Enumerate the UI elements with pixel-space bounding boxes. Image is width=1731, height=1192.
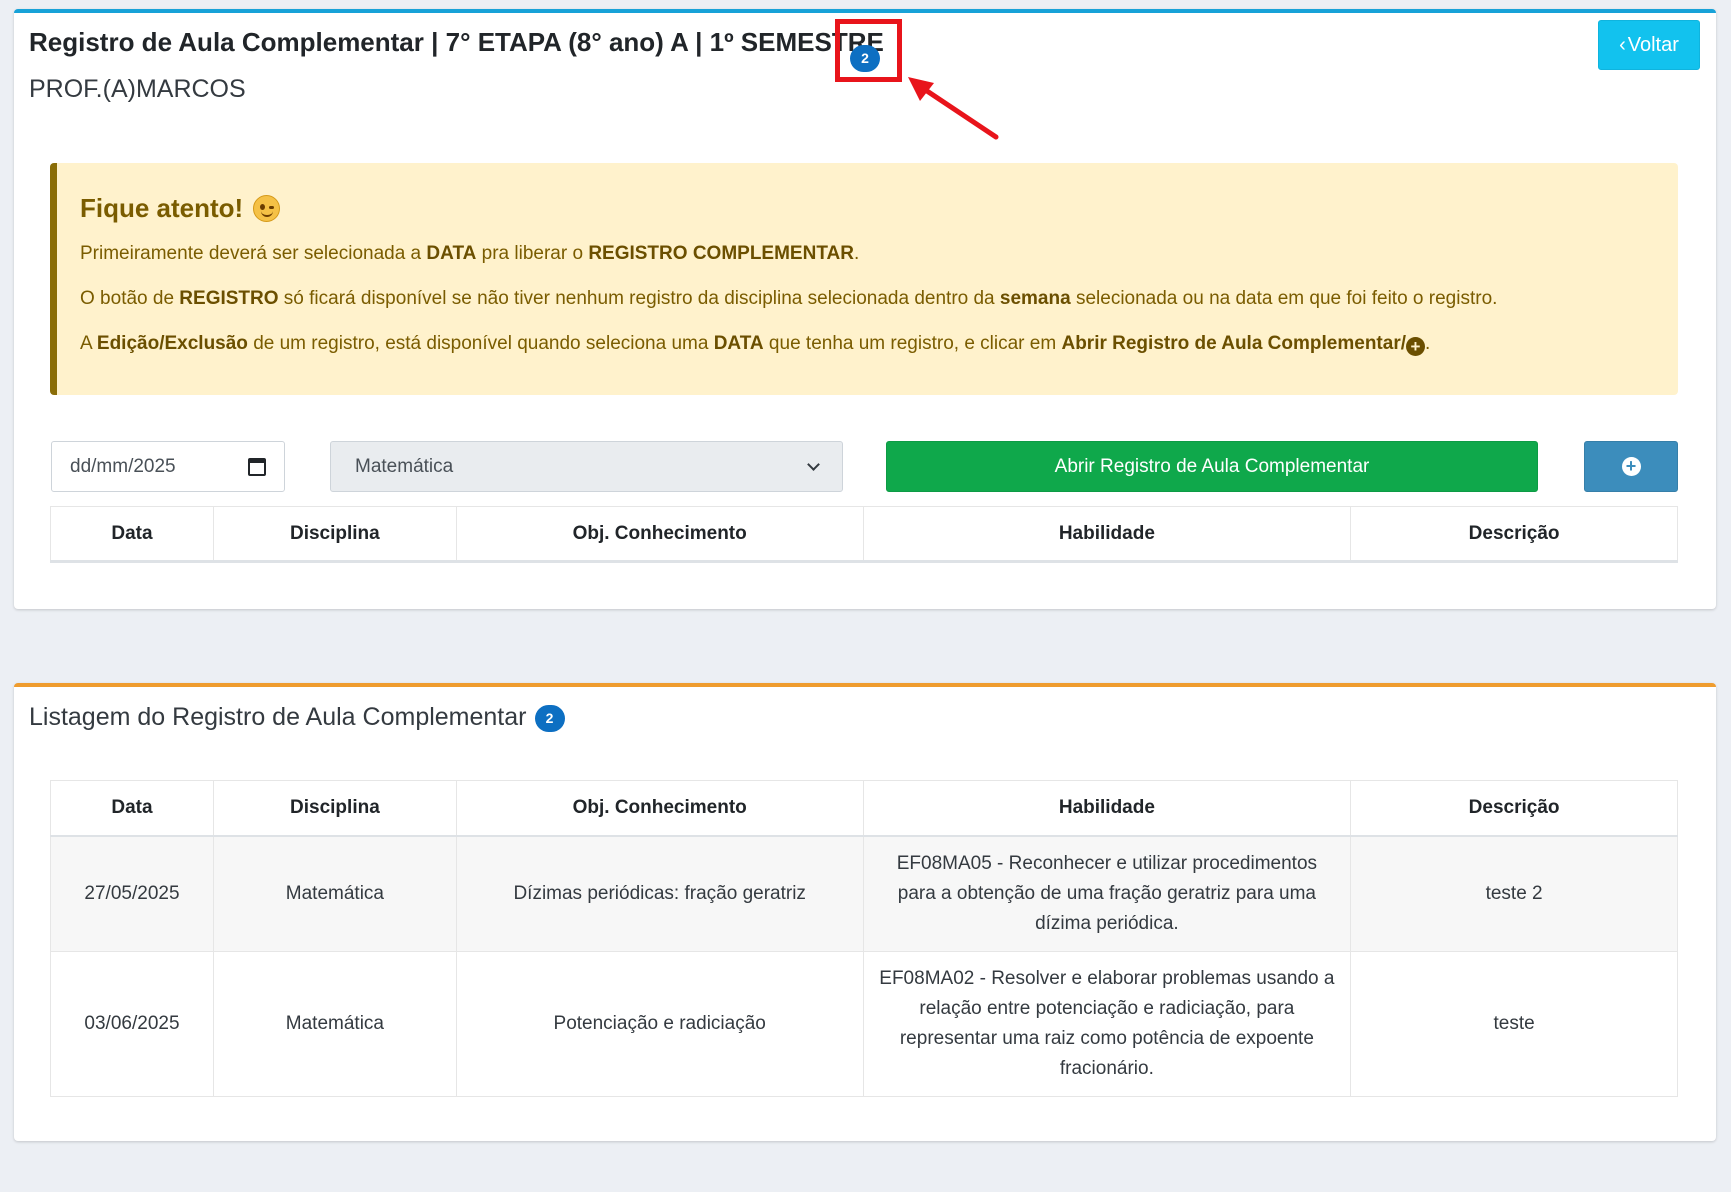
- column-header-descricao: Descrição: [1350, 780, 1678, 836]
- cell-data: 27/05/2025: [50, 835, 214, 952]
- cell-descricao: teste 2: [1350, 835, 1678, 952]
- calendar-icon[interactable]: [248, 457, 266, 476]
- table-row[interactable]: 27/05/2025 Matemática Dízimas periódicas…: [50, 835, 1678, 952]
- listing-title-text: Listagem do Registro de Aula Complementa…: [29, 702, 527, 731]
- annotation-arrow-icon: [908, 77, 999, 140]
- add-register-button[interactable]: +: [1584, 441, 1678, 492]
- back-button[interactable]: ‹ Voltar: [1598, 20, 1700, 70]
- column-header-habilidade: Habilidade: [862, 506, 1352, 562]
- cell-descricao: teste: [1350, 951, 1678, 1097]
- date-input[interactable]: dd/mm/2025: [51, 441, 285, 492]
- chevron-down-icon: [807, 457, 820, 471]
- cell-disciplina: Matemática: [212, 835, 457, 952]
- callout-line-2: O botão de REGISTRO só ficará disponível…: [80, 288, 1498, 309]
- cell-obj-conhecimento: Dízimas periódicas: fração geratriz: [455, 835, 864, 952]
- table-header-row: Data Disciplina Obj. Conhecimento Habili…: [50, 780, 1678, 836]
- annotation-highlight-box: [835, 19, 902, 82]
- listing-title: Listagem do Registro de Aula Complementa…: [29, 702, 565, 732]
- callout-line-3: A Edição/Exclusão de um registro, está d…: [80, 333, 1431, 356]
- listing-card: Listagem do Registro de Aula Complementa…: [14, 683, 1716, 1141]
- subject-select-value: Matemática: [355, 455, 454, 477]
- plus-circle-icon: +: [1621, 457, 1641, 476]
- column-header-habilidade: Habilidade: [862, 780, 1352, 836]
- register-table: Data Disciplina Obj. Conhecimento Habili…: [50, 506, 1678, 563]
- teacher-name: PROF.(A)MARCOS: [29, 75, 246, 103]
- column-header-data: Data: [50, 506, 214, 562]
- page-title: Registro de Aula Complementar | 7° ETAPA…: [29, 27, 884, 57]
- callout-heading-text: Fique atento!: [80, 193, 244, 223]
- listing-count-badge: 2: [534, 705, 565, 732]
- column-header-disciplina: Disciplina: [212, 506, 457, 562]
- date-input-value: dd/mm/2025: [70, 455, 176, 477]
- cell-disciplina: Matemática: [212, 951, 457, 1097]
- cell-data: 03/06/2025: [50, 951, 214, 1097]
- cell-habilidade: EF08MA05 - Reconhecer e utilizar procedi…: [862, 835, 1352, 952]
- column-header-disciplina: Disciplina: [212, 780, 457, 836]
- callout-heading: Fique atento!: [80, 193, 281, 224]
- chevron-left-icon: ‹: [1619, 33, 1626, 56]
- table-header-row: Data Disciplina Obj. Conhecimento Habili…: [50, 506, 1678, 562]
- column-header-data: Data: [50, 780, 214, 836]
- column-header-obj-conhecimento: Obj. Conhecimento: [455, 780, 864, 836]
- back-button-label: Voltar: [1627, 33, 1679, 56]
- warning-callout: Fique atento! Primeiramente deverá ser s…: [50, 163, 1678, 395]
- cell-obj-conhecimento: Potenciação e radiciação: [455, 951, 864, 1097]
- cell-habilidade: EF08MA02 - Resolver e elaborar problemas…: [862, 951, 1352, 1097]
- registro-card: Registro de Aula Complementar | 7° ETAPA…: [14, 9, 1716, 609]
- winking-face-icon: [253, 195, 281, 222]
- listing-table: Data Disciplina Obj. Conhecimento Habili…: [50, 780, 1678, 1097]
- open-register-button[interactable]: Abrir Registro de Aula Complementar: [886, 441, 1538, 492]
- plus-circle-icon: +: [1406, 337, 1425, 356]
- table-row[interactable]: 03/06/2025 Matemática Potenciação e radi…: [50, 951, 1678, 1097]
- column-header-obj-conhecimento: Obj. Conhecimento: [455, 506, 864, 562]
- column-header-descricao: Descrição: [1350, 506, 1678, 562]
- subject-select[interactable]: Matemática: [330, 441, 843, 492]
- callout-line-1: Primeiramente deverá ser selecionada a D…: [80, 243, 860, 264]
